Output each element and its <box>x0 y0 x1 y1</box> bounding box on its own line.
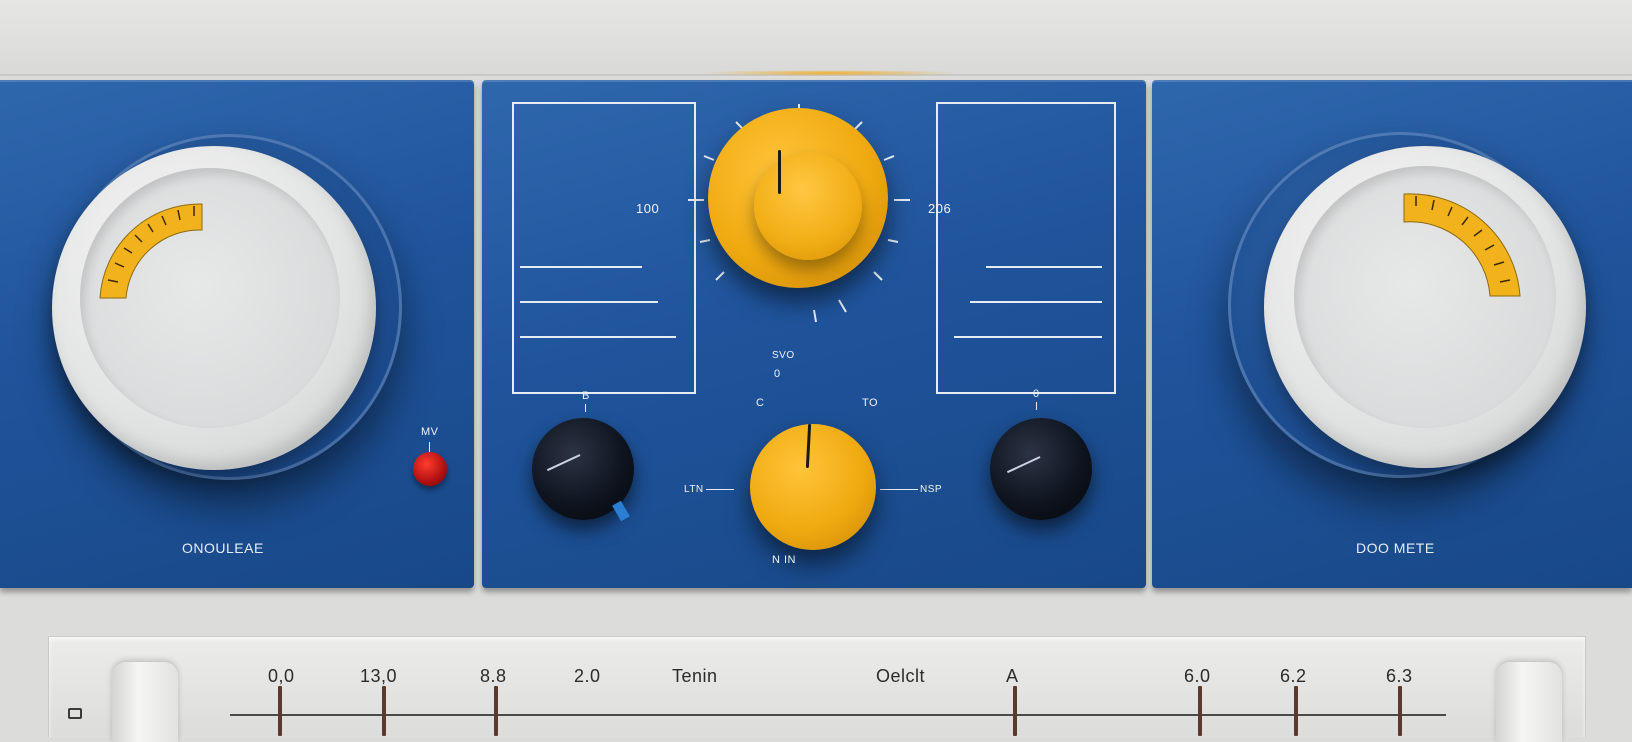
printer-icon[interactable] <box>68 708 82 719</box>
scale-tick-5 <box>1198 686 1202 736</box>
scale-tick-2 <box>382 686 386 736</box>
main-knob-right-label: 206 <box>928 201 952 216</box>
scale-label-9: 6.2 <box>1280 666 1307 686</box>
center-panel: 100 206 SVO B 0 0 C TO LTN NSP N IN <box>482 80 1146 588</box>
left-dial-label: ONOULEAE <box>182 540 264 556</box>
small-knob-left-line <box>706 489 734 490</box>
top-strip <box>0 0 1632 76</box>
status-led <box>413 452 447 486</box>
left-dial[interactable] <box>52 146 376 470</box>
scale-tick-3 <box>494 686 498 736</box>
led-stem <box>429 442 430 452</box>
small-knob-top-label: 0 <box>774 368 781 380</box>
right-panel: DOO METE <box>1152 80 1632 588</box>
main-knob-left-label: 100 <box>636 201 660 216</box>
right-frame <box>936 102 1116 394</box>
scale-label-1: 0,0 <box>268 666 295 686</box>
main-knob-bottom-label: SVO <box>772 350 795 361</box>
main-knob-cap <box>754 152 862 260</box>
led-label: MV <box>421 426 439 438</box>
scale-label-10: 6.3 <box>1386 666 1413 686</box>
knob-left-label: B <box>582 390 590 402</box>
small-knob-left-label: LTN <box>684 484 704 495</box>
left-slider-handle[interactable] <box>112 662 178 742</box>
scale-label-7: A <box>1006 666 1019 686</box>
knob-right-label: 0 <box>1033 388 1040 400</box>
scale-label-4: 2.0 <box>574 666 601 686</box>
left-line-1 <box>520 266 642 268</box>
small-knob-right-line <box>880 489 918 490</box>
small-knob-top-left-label: C <box>756 397 765 409</box>
knob-right-stem <box>1036 402 1037 410</box>
right-slider-handle[interactable] <box>1496 662 1562 742</box>
right-meter-gauge <box>1403 193 1521 297</box>
left-frame <box>512 102 696 394</box>
knob-right[interactable] <box>990 418 1092 520</box>
scale-tick-1 <box>278 686 282 736</box>
knob-left-stem <box>585 404 586 412</box>
scale-label-5: Tenin <box>672 666 718 686</box>
small-knob[interactable] <box>750 424 876 550</box>
small-knob-right-label: NSP <box>920 484 943 495</box>
left-line-3 <box>520 336 676 338</box>
scale-tick-7 <box>1398 686 1402 736</box>
main-knob-indicator <box>778 150 781 194</box>
scale-tick-4 <box>1013 686 1017 736</box>
right-dial[interactable] <box>1264 146 1586 468</box>
scale-label-8: 6.0 <box>1184 666 1211 686</box>
left-meter-gauge <box>99 203 203 299</box>
scale-tick-6 <box>1294 686 1298 736</box>
right-line-3 <box>954 336 1102 338</box>
right-line-2 <box>970 301 1102 303</box>
left-line-2 <box>520 301 658 303</box>
right-dial-label: DOO METE <box>1356 540 1435 556</box>
scale-label-3: 8.8 <box>480 666 507 686</box>
small-knob-bottom-label: N IN <box>772 554 796 566</box>
scale-label-2: 13,0 <box>360 666 398 686</box>
scale-label-6: Oelclt <box>876 666 926 686</box>
right-line-1 <box>986 266 1102 268</box>
left-panel: MV ONOULEAE <box>0 80 474 588</box>
small-knob-top-right-label: TO <box>862 397 879 409</box>
amber-glow <box>700 70 960 76</box>
knob-left-tab <box>612 500 630 522</box>
scale-baseline <box>230 714 1446 716</box>
